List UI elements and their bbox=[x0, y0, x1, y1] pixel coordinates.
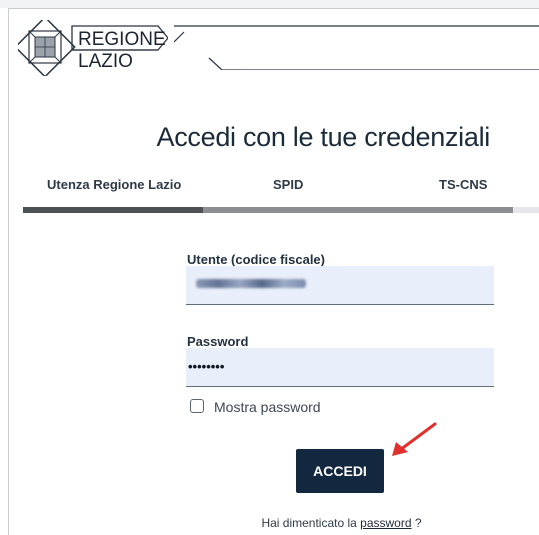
brand-lines bbox=[173, 22, 539, 71]
tab-bar-end bbox=[513, 207, 539, 213]
password-value: •••••••• bbox=[188, 359, 225, 374]
show-password-checkbox[interactable] bbox=[190, 399, 204, 413]
password-label: Password bbox=[187, 334, 249, 349]
username-field[interactable] bbox=[186, 266, 494, 305]
brand-line2: LAZIO bbox=[78, 51, 133, 72]
forgot-prefix: Hai dimenticato la bbox=[261, 516, 357, 530]
username-value-blurred bbox=[196, 279, 306, 288]
page-title: Accedi con le tue credenziali bbox=[156, 122, 491, 152]
tab-active-indicator bbox=[23, 207, 203, 213]
username-label: Utente (codice fiscale) bbox=[187, 252, 325, 267]
show-password-label[interactable]: Mostra password bbox=[214, 399, 321, 415]
annotation-arrow-icon bbox=[380, 420, 440, 465]
forgot-password-link[interactable]: password bbox=[360, 516, 411, 530]
regione-lazio-logo[interactable]: REGIONE LAZIO bbox=[18, 20, 168, 76]
regione-lazio-logo-icon: REGIONE LAZIO bbox=[18, 20, 168, 76]
top-strip bbox=[0, 0, 539, 8]
tab-utenza-regione-lazio[interactable]: Utenza Regione Lazio bbox=[47, 177, 181, 192]
tab-spid[interactable]: SPID bbox=[273, 177, 303, 192]
forgot-suffix: ? bbox=[414, 516, 422, 530]
forgot-password: Hai dimenticato la password ? bbox=[0, 516, 539, 530]
accedi-button[interactable]: ACCEDI bbox=[296, 449, 384, 493]
tab-ts-cns[interactable]: TS-CNS bbox=[439, 177, 487, 192]
brand-line1: REGIONE bbox=[78, 29, 166, 50]
password-field[interactable]: •••••••• bbox=[186, 348, 494, 387]
